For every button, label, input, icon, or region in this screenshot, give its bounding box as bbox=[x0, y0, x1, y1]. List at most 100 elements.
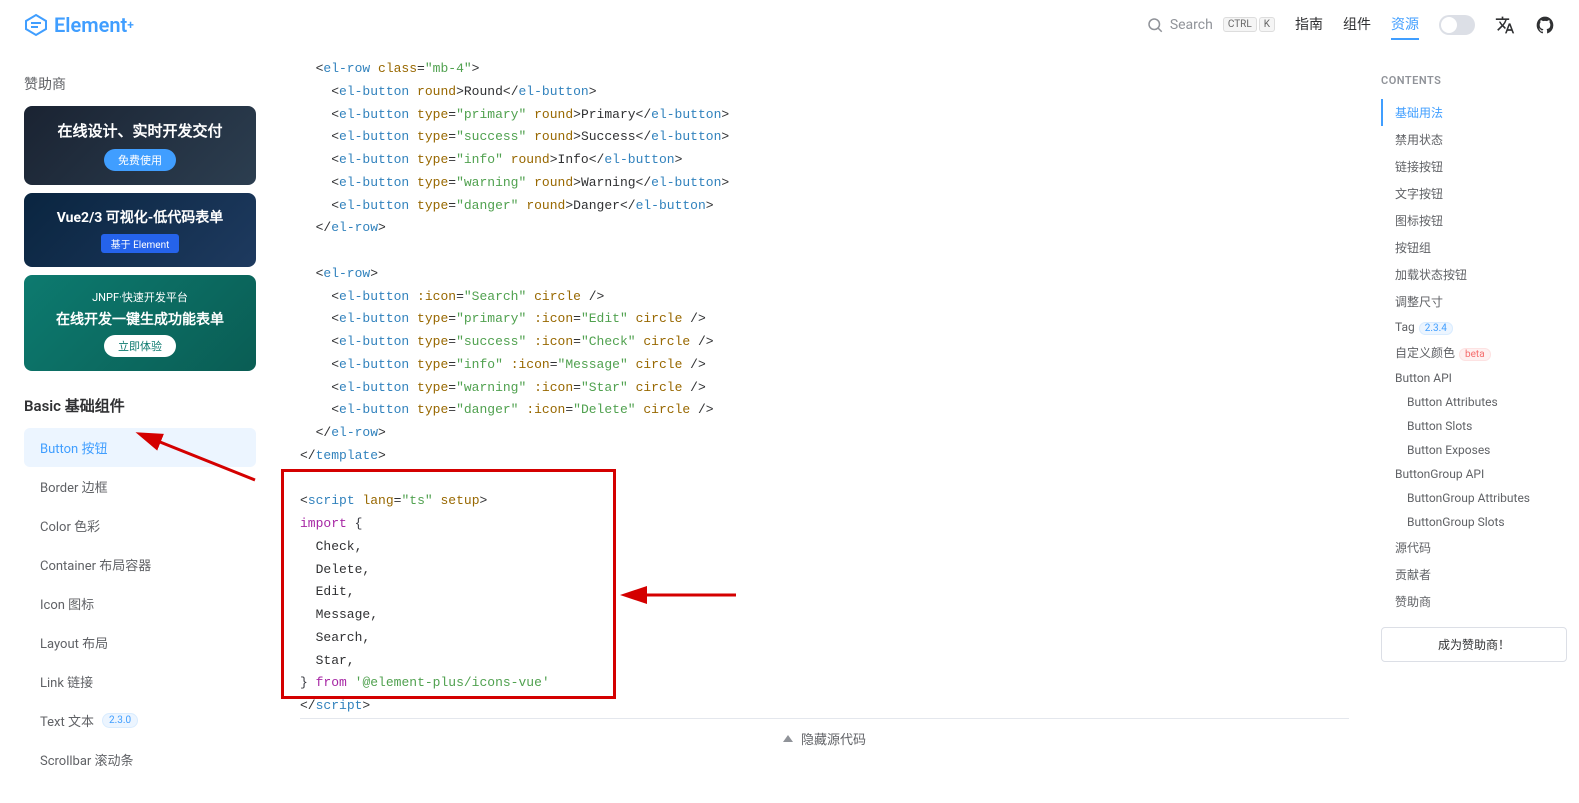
search-icon bbox=[1146, 16, 1164, 34]
kbd-k: K bbox=[1259, 17, 1275, 32]
theme-toggle[interactable] bbox=[1439, 15, 1475, 35]
toc-item-5[interactable]: 按钮组 bbox=[1381, 234, 1567, 261]
toc-item-label: 赞助商 bbox=[1395, 595, 1431, 609]
content: <el-row class="mb-4"> <el-button round>R… bbox=[280, 50, 1369, 803]
hide-source-button[interactable]: 隐藏源代码 bbox=[300, 718, 1349, 758]
sponsor-card-3[interactable]: JNPF·快速开发平台 在线开发一键生成功能表单 立即体验 bbox=[24, 275, 256, 371]
become-sponsor-button[interactable]: 成为赞助商！ bbox=[1381, 627, 1567, 662]
nav-list: Button 按钮 Border 边框 Color 色彩 Container 布局容器… bbox=[24, 428, 256, 779]
toc-item-10[interactable]: Button API bbox=[1381, 366, 1567, 390]
sponsor-3-pre: JNPF·快速开发平台 bbox=[38, 289, 242, 305]
sidebar-item-label: Container 布局容器 bbox=[40, 555, 151, 574]
toc: CONTENTS 基础用法禁用状态链接按钮文字按钮图标按钮按钮组加载状态按钮调整… bbox=[1369, 50, 1579, 803]
toc-item-label: Button Attributes bbox=[1407, 395, 1498, 409]
sidebar-item-label: Text 文本 bbox=[40, 711, 94, 730]
github-icon[interactable] bbox=[1535, 15, 1555, 35]
sponsor-card-1[interactable]: 在线设计、实时开发交付 免费使用 bbox=[24, 106, 256, 185]
toc-item-14[interactable]: ButtonGroup API bbox=[1381, 462, 1567, 486]
annotation-red-box-script bbox=[281, 469, 616, 699]
toc-item-label: 调整尺寸 bbox=[1395, 295, 1443, 309]
toc-item-label: Tag bbox=[1395, 320, 1415, 334]
toc-item-label: 按钮组 bbox=[1395, 241, 1431, 255]
toc-item-label: 贡献者 bbox=[1395, 568, 1431, 582]
sidebar-item-label: Button 按钮 bbox=[40, 438, 107, 457]
toc-item-3[interactable]: 文字按钮 bbox=[1381, 180, 1567, 207]
toc-item-18[interactable]: 贡献者 bbox=[1381, 561, 1567, 588]
sponsor-1-title: 在线设计、实时开发交付 bbox=[38, 120, 242, 141]
toc-item-label: ButtonGroup Attributes bbox=[1407, 491, 1530, 505]
toc-item-label: Button API bbox=[1395, 371, 1452, 385]
search-box[interactable]: Search CTRL K bbox=[1146, 16, 1275, 34]
toc-item-13[interactable]: Button Exposes bbox=[1381, 438, 1567, 462]
toc-item-16[interactable]: ButtonGroup Slots bbox=[1381, 510, 1567, 534]
sponsor-title: 赞助商 bbox=[24, 74, 256, 94]
section-title: Basic 基础组件 bbox=[24, 395, 256, 416]
triangle-up-icon bbox=[783, 735, 793, 742]
nav-item-2[interactable]: 资源 bbox=[1391, 10, 1419, 40]
sidebar-item-label: Link 链接 bbox=[40, 672, 93, 691]
version-badge: 2.3.0 bbox=[102, 713, 138, 728]
sponsor-1-button[interactable]: 免费使用 bbox=[104, 149, 176, 171]
sidebar: 赞助商 在线设计、实时开发交付 免费使用 Vue2/3 可视化-低代码表单 基于… bbox=[0, 50, 280, 803]
toc-item-17[interactable]: 源代码 bbox=[1381, 534, 1567, 561]
toc-item-0[interactable]: 基础用法 bbox=[1381, 99, 1567, 126]
toc-item-label: 基础用法 bbox=[1395, 106, 1443, 120]
logo-icon bbox=[24, 13, 48, 37]
kbd-ctrl: CTRL bbox=[1223, 17, 1257, 32]
logo[interactable]: Element+ bbox=[24, 13, 134, 37]
toc-item-6[interactable]: 加载状态按钮 bbox=[1381, 261, 1567, 288]
footer-bar-text: 隐藏源代码 bbox=[801, 729, 866, 748]
toc-item-label: 文字按钮 bbox=[1395, 187, 1443, 201]
toc-item-label: 链接按钮 bbox=[1395, 160, 1443, 174]
toc-item-label: 禁用状态 bbox=[1395, 133, 1443, 147]
toc-item-19[interactable]: 赞助商 bbox=[1381, 588, 1567, 615]
sponsor-card-2[interactable]: Vue2/3 可视化-低代码表单 基于 Element bbox=[24, 193, 256, 267]
sidebar-item-label: Icon 图标 bbox=[40, 594, 94, 613]
toc-item-label: ButtonGroup API bbox=[1395, 467, 1484, 481]
toc-item-label: 图标按钮 bbox=[1395, 214, 1443, 228]
nav-item-1[interactable]: 组件 bbox=[1343, 10, 1371, 40]
toc-item-label: Button Exposes bbox=[1407, 443, 1490, 457]
toc-item-2[interactable]: 链接按钮 bbox=[1381, 153, 1567, 180]
toc-item-label: ButtonGroup Slots bbox=[1407, 515, 1505, 529]
toc-item-4[interactable]: 图标按钮 bbox=[1381, 207, 1567, 234]
toc-item-15[interactable]: ButtonGroup Attributes bbox=[1381, 486, 1567, 510]
sponsor-2-button: 基于 Element bbox=[101, 234, 180, 253]
sidebar-item-label: Scrollbar 滚动条 bbox=[40, 750, 134, 769]
toc-item-1[interactable]: 禁用状态 bbox=[1381, 126, 1567, 153]
toc-badge: 2.3.4 bbox=[1419, 322, 1453, 335]
toc-item-label: 自定义颜色 bbox=[1395, 346, 1455, 360]
header: Element+ Search CTRL K 指南组件资源 bbox=[0, 0, 1579, 50]
sidebar-item-5[interactable]: Layout 布局 bbox=[24, 623, 256, 662]
toc-item-7[interactable]: 调整尺寸 bbox=[1381, 288, 1567, 315]
sidebar-item-4[interactable]: Icon 图标 bbox=[24, 584, 256, 623]
toc-item-12[interactable]: Button Slots bbox=[1381, 414, 1567, 438]
sidebar-item-0[interactable]: Button 按钮 bbox=[24, 428, 256, 467]
sponsor-3-title: 在线开发一键生成功能表单 bbox=[38, 309, 242, 329]
toc-list: 基础用法禁用状态链接按钮文字按钮图标按钮按钮组加载状态按钮调整尺寸 Tag 2.3.… bbox=[1381, 99, 1567, 615]
search-label: Search bbox=[1170, 17, 1213, 33]
toc-item-9[interactable]: 自定义颜色beta bbox=[1381, 339, 1567, 366]
toc-item-label: Button Slots bbox=[1407, 419, 1472, 433]
sidebar-item-label: Layout 布局 bbox=[40, 633, 108, 652]
toc-item-label: 加载状态按钮 bbox=[1395, 268, 1467, 282]
sidebar-item-label: Border 边框 bbox=[40, 477, 108, 496]
sidebar-item-label: Color 色彩 bbox=[40, 516, 100, 535]
sidebar-item-7[interactable]: Text 文本 2.3.0 bbox=[24, 701, 256, 740]
logo-text: Element bbox=[54, 13, 127, 37]
sidebar-item-3[interactable]: Container 布局容器 bbox=[24, 545, 256, 584]
sidebar-item-1[interactable]: Border 边框 bbox=[24, 467, 256, 506]
sidebar-item-6[interactable]: Link 链接 bbox=[24, 662, 256, 701]
sponsor-3-button[interactable]: 立即体验 bbox=[104, 335, 176, 357]
main: 赞助商 在线设计、实时开发交付 免费使用 Vue2/3 可视化-低代码表单 基于… bbox=[0, 50, 1579, 803]
sponsor-2-title: Vue2/3 可视化-低代码表单 bbox=[38, 207, 242, 227]
sidebar-item-2[interactable]: Color 色彩 bbox=[24, 506, 256, 545]
toc-item-11[interactable]: Button Attributes bbox=[1381, 390, 1567, 414]
sidebar-item-8[interactable]: Scrollbar 滚动条 bbox=[24, 740, 256, 779]
toc-item-label: 源代码 bbox=[1395, 541, 1431, 555]
nav-item-0[interactable]: 指南 bbox=[1295, 10, 1323, 40]
translate-icon[interactable] bbox=[1495, 15, 1515, 35]
header-right: Search CTRL K 指南组件资源 bbox=[1146, 10, 1555, 40]
toc-item-8[interactable]: Tag 2.3.4 bbox=[1381, 315, 1567, 339]
toc-title: CONTENTS bbox=[1381, 74, 1567, 87]
